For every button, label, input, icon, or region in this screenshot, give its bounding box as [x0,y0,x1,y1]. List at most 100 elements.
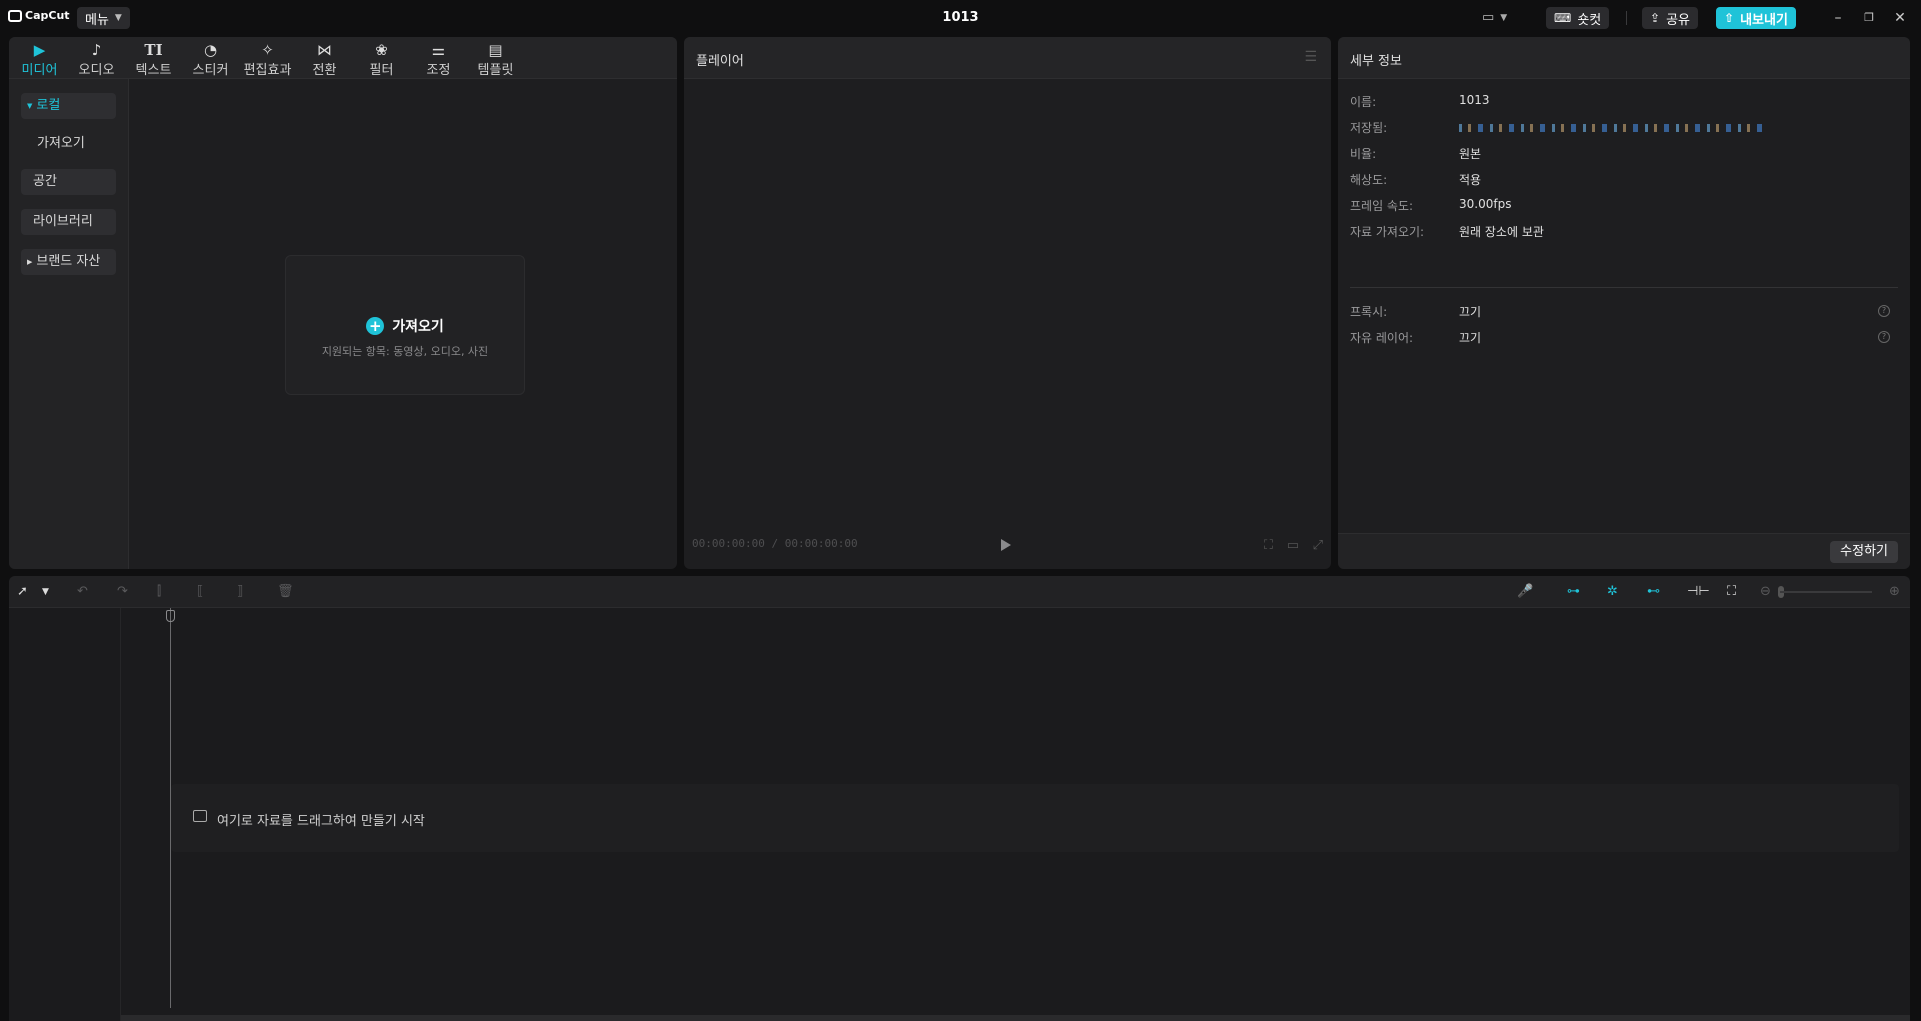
media-icon: ▶ [33,41,46,59]
linkage-icon[interactable]: ⊷ [1647,584,1660,599]
trim-left-icon[interactable]: ⟦ [197,584,203,599]
sidebar-item-label: 브랜드 자산 [36,254,101,269]
tab-label: 전환 [312,63,337,78]
detail-free-layer: 자유 레이어: 끄기 ? [1350,329,1890,349]
template-icon: ▤ [488,41,503,59]
tab-label: 필터 [369,63,394,78]
chevron-down-icon: ▼ [1500,12,1508,23]
sidebar-item-library[interactable]: 라이브러리 [21,209,116,235]
plus-icon: + [366,317,385,335]
timeline-panel: ➚ ▼ ↶ ↷ ⫿ ⟦ ⟧ 🗑 🎤 ⊶ ✲ ⊷ ⊣⊢ ⛶ ⊖ ⊕ 여기로 자료를… [9,576,1910,1021]
details-header: 세부 정보 [1338,37,1910,79]
detail-value: 1013 [1459,93,1490,107]
sidebar-item-import[interactable]: 가져오기 [21,131,116,157]
tab-template[interactable]: ▤ 템플릿 [467,37,524,79]
help-icon[interactable]: ? [1878,305,1890,317]
horizontal-scrollbar[interactable] [121,1015,1910,1021]
shortcut-label: 숏컷 [1577,12,1602,28]
detail-value: 30.00fps [1459,197,1512,211]
import-button[interactable]: + 가져오기 [286,316,524,336]
fit-screen-icon[interactable]: ⛶ [1264,538,1273,553]
title-bar: CapCut 메뉴 ▼ 1013 ▭ ▼ ⌨ 숏컷 ⇪ 공유 ⇧ 내보내기 – … [0,0,1921,36]
tab-label: 편집효과 [243,63,292,78]
sidebar-item-label: 가져오기 [37,136,85,151]
tab-label: 미디어 [21,63,58,78]
tab-effects[interactable]: ✧ 편집효과 [239,37,296,79]
tab-audio[interactable]: ♪ 오디오 [68,37,125,79]
sidebar-item-space[interactable]: 공간 [21,169,116,195]
effects-icon: ✧ [261,41,274,59]
chevron-down-icon[interactable]: ▼ [42,587,49,597]
media-tabs-bar: ▶ 미디어 ♪ 오디오 TI 텍스트 ◔ 스티커 ✧ 편집효과 ⋈ 전환 ❀ 필… [9,37,677,79]
fullscreen-icon[interactable]: ⤢ [1313,538,1323,553]
detail-saved-path: 저장됨: [1350,119,1890,139]
zoom-to-fit-icon[interactable]: ⛶ [1727,584,1736,599]
tab-label: 텍스트 [135,63,172,78]
tab-adjust[interactable]: ⚌ 조정 [410,37,467,79]
undo-icon[interactable]: ↶ [77,584,88,599]
aspect-ratio-icon[interactable]: ▭ [1287,538,1299,553]
split-icon[interactable]: ⫿ [157,584,161,599]
sidebar-item-local[interactable]: ▼ 로컬 [21,93,116,119]
zoom-out-icon[interactable]: ⊖ [1760,584,1771,599]
timeline-drop-zone[interactable]: 여기로 자료를 드래그하여 만들기 시작 [171,784,1899,852]
trim-right-icon[interactable]: ⟧ [237,584,243,599]
tab-filter[interactable]: ❀ 필터 [353,37,410,79]
detail-value: 적용 [1459,173,1482,187]
export-label: 내보내기 [1740,12,1788,28]
zoom-in-icon[interactable]: ⊕ [1889,584,1900,599]
play-icon[interactable] [1001,539,1011,551]
media-panel: ▶ 미디어 ♪ 오디오 TI 텍스트 ◔ 스티커 ✧ 편집효과 ⋈ 전환 ❀ 필… [9,37,677,569]
text-icon: TI [144,41,163,59]
detail-value: 원래 장소에 보관 [1459,225,1544,239]
shortcut-button[interactable]: ⌨ 숏컷 [1546,7,1610,29]
detail-key: 해상도: [1350,173,1388,187]
zoom-slider[interactable] [1780,591,1872,593]
playhead-handle[interactable] [166,610,175,622]
share-button[interactable]: ⇪ 공유 [1642,7,1698,29]
close-icon[interactable]: ✕ [1890,8,1910,28]
layout-icon: ▭ [1482,10,1495,25]
sidebar-item-brand-assets[interactable]: ▶ 브랜드 자산 [21,249,116,275]
import-drop-zone[interactable]: + 가져오기 지원되는 항목: 동영상, 오디오, 사진 [285,255,525,395]
layout-button[interactable]: ▭ ▼ [1482,10,1507,25]
adjust-icon: ⚌ [431,41,446,59]
player-title: 플레이어 [696,54,744,69]
hamburger-menu-icon[interactable]: ☰ [1304,49,1317,65]
detail-import-mode: 자료 가져오기: 원래 장소에 보관 [1350,223,1890,243]
tab-transition[interactable]: ⋈ 전환 [296,37,353,79]
divider [1626,11,1627,25]
auto-snap-icon[interactable]: ✲ [1607,584,1618,599]
sticker-icon: ◔ [203,41,218,59]
minimize-icon[interactable]: – [1828,8,1848,28]
tab-text[interactable]: TI 텍스트 [125,37,182,79]
player-header: 플레이어 ☰ [684,37,1331,79]
detail-value: 끄기 [1459,305,1482,319]
redo-icon[interactable]: ↷ [117,584,128,599]
details-panel: 세부 정보 이름: 1013 저장됨: 비율: 원본 해상도: 적용 프레임 속… [1338,37,1910,569]
modify-button[interactable]: 수정하기 [1830,541,1898,563]
timeline-toolbar: ➚ ▼ ↶ ↷ ⫿ ⟦ ⟧ 🗑 🎤 ⊶ ✲ ⊷ ⊣⊢ ⛶ ⊖ ⊕ [9,576,1910,608]
help-icon[interactable]: ? [1878,331,1890,343]
delete-icon[interactable]: 🗑 [277,584,294,599]
player-panel: 플레이어 ☰ 00:00:00:00 / 00:00:00:00 ⛶ ▭ ⤢ [684,37,1331,569]
divider [1350,287,1898,288]
redacted-path [1459,124,1769,132]
tab-media[interactable]: ▶ 미디어 [11,37,68,79]
detail-frame-rate: 프레임 속도: 30.00fps [1350,197,1890,217]
keyboard-icon: ⌨ [1554,11,1572,25]
preview-axis-icon[interactable]: ⊣⊢ [1687,584,1710,599]
details-footer: 수정하기 [1338,533,1910,569]
main-track-magnet-icon[interactable]: ⊶ [1567,584,1580,599]
microphone-icon[interactable]: 🎤 [1517,584,1533,599]
tab-sticker[interactable]: ◔ 스티커 [182,37,239,79]
restore-icon[interactable]: ❐ [1859,8,1879,28]
tab-label: 오디오 [78,63,115,78]
detail-key: 저장됨: [1350,121,1388,135]
detail-key: 프록시: [1350,305,1388,319]
select-cursor-icon[interactable]: ➚ [17,584,28,599]
detail-value: 원본 [1459,147,1482,161]
export-button[interactable]: ⇧ 내보내기 [1716,7,1796,29]
audio-icon: ♪ [91,41,102,59]
sidebar-item-label: 공간 [33,174,57,189]
